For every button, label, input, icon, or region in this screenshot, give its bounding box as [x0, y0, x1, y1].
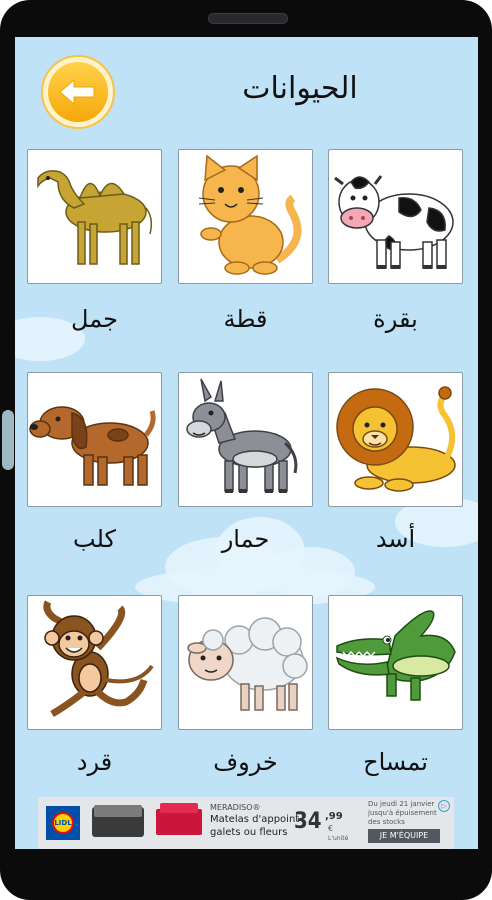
label-sheep: خروف — [213, 748, 278, 776]
camel-icon — [37, 170, 153, 265]
label-cat: قطة — [223, 305, 268, 333]
label-donkey: حمار — [221, 525, 270, 553]
ad-line-1: Matelas d'appoint — [210, 814, 300, 825]
ad-logo: LIDL — [46, 806, 80, 840]
ad-price-unit: € — [328, 824, 334, 833]
cat-icon — [198, 154, 302, 275]
arrow-left-icon — [59, 78, 95, 106]
lion-icon — [336, 386, 456, 492]
side-handle[interactable] — [2, 410, 14, 470]
card-sheep[interactable] — [178, 595, 313, 730]
ad-date-line-2: jusqu'à épuisement — [368, 809, 437, 817]
phone-frame: الحيوانات جمل قطة بقرة كلب حمار أسد قرد … — [0, 0, 492, 900]
card-cat[interactable] — [178, 149, 313, 284]
card-lion[interactable] — [328, 372, 463, 507]
ad-price-note: L'unité — [328, 835, 349, 842]
ad-cta-button[interactable]: JE M'ÉQUIPE — [368, 829, 440, 843]
app-screen: الحيوانات جمل قطة بقرة كلب حمار أسد قرد … — [15, 37, 478, 849]
card-cow[interactable] — [328, 149, 463, 284]
label-dog: كلب — [73, 525, 116, 553]
label-camel: جمل — [71, 305, 118, 333]
ad-choices-icon[interactable]: ▷ — [438, 800, 450, 812]
monkey-icon — [43, 600, 154, 718]
speaker-grille — [208, 13, 288, 24]
card-dog[interactable] — [27, 372, 162, 507]
crocodile-icon — [335, 610, 456, 701]
label-lion: أسد — [375, 525, 416, 553]
ad-date-line-3: des stocks — [368, 818, 405, 826]
page-title: الحيوانات — [242, 71, 358, 106]
card-camel[interactable] — [27, 149, 162, 284]
ad-product-image-2-top — [160, 803, 198, 813]
label-monkey: قرد — [76, 748, 113, 776]
dog-icon — [29, 406, 156, 486]
ad-price-decimals: ,99 — [325, 811, 343, 822]
ad-brand: MERADISO® — [210, 803, 261, 812]
ad-line-2: galets ou fleurs — [210, 827, 288, 838]
ad-price: 34 — [294, 809, 322, 834]
ad-product-image-top — [94, 805, 142, 817]
card-crocodile[interactable] — [328, 595, 463, 730]
card-monkey[interactable] — [27, 595, 162, 730]
label-crocodile: تمساح — [363, 748, 428, 776]
back-button-face — [48, 62, 108, 122]
card-donkey[interactable] — [178, 372, 313, 507]
ad-banner[interactable]: LIDL MERADISO® Matelas d'appoint galets … — [38, 797, 454, 849]
donkey-icon — [186, 378, 298, 493]
back-button[interactable] — [41, 55, 115, 129]
sheep-icon — [187, 617, 308, 711]
label-cow: بقرة — [373, 305, 418, 333]
ad-logo-mark: LIDL — [52, 812, 74, 834]
cow-icon — [334, 175, 454, 269]
ad-date-line-1: Du jeudi 21 janvier — [368, 800, 435, 808]
